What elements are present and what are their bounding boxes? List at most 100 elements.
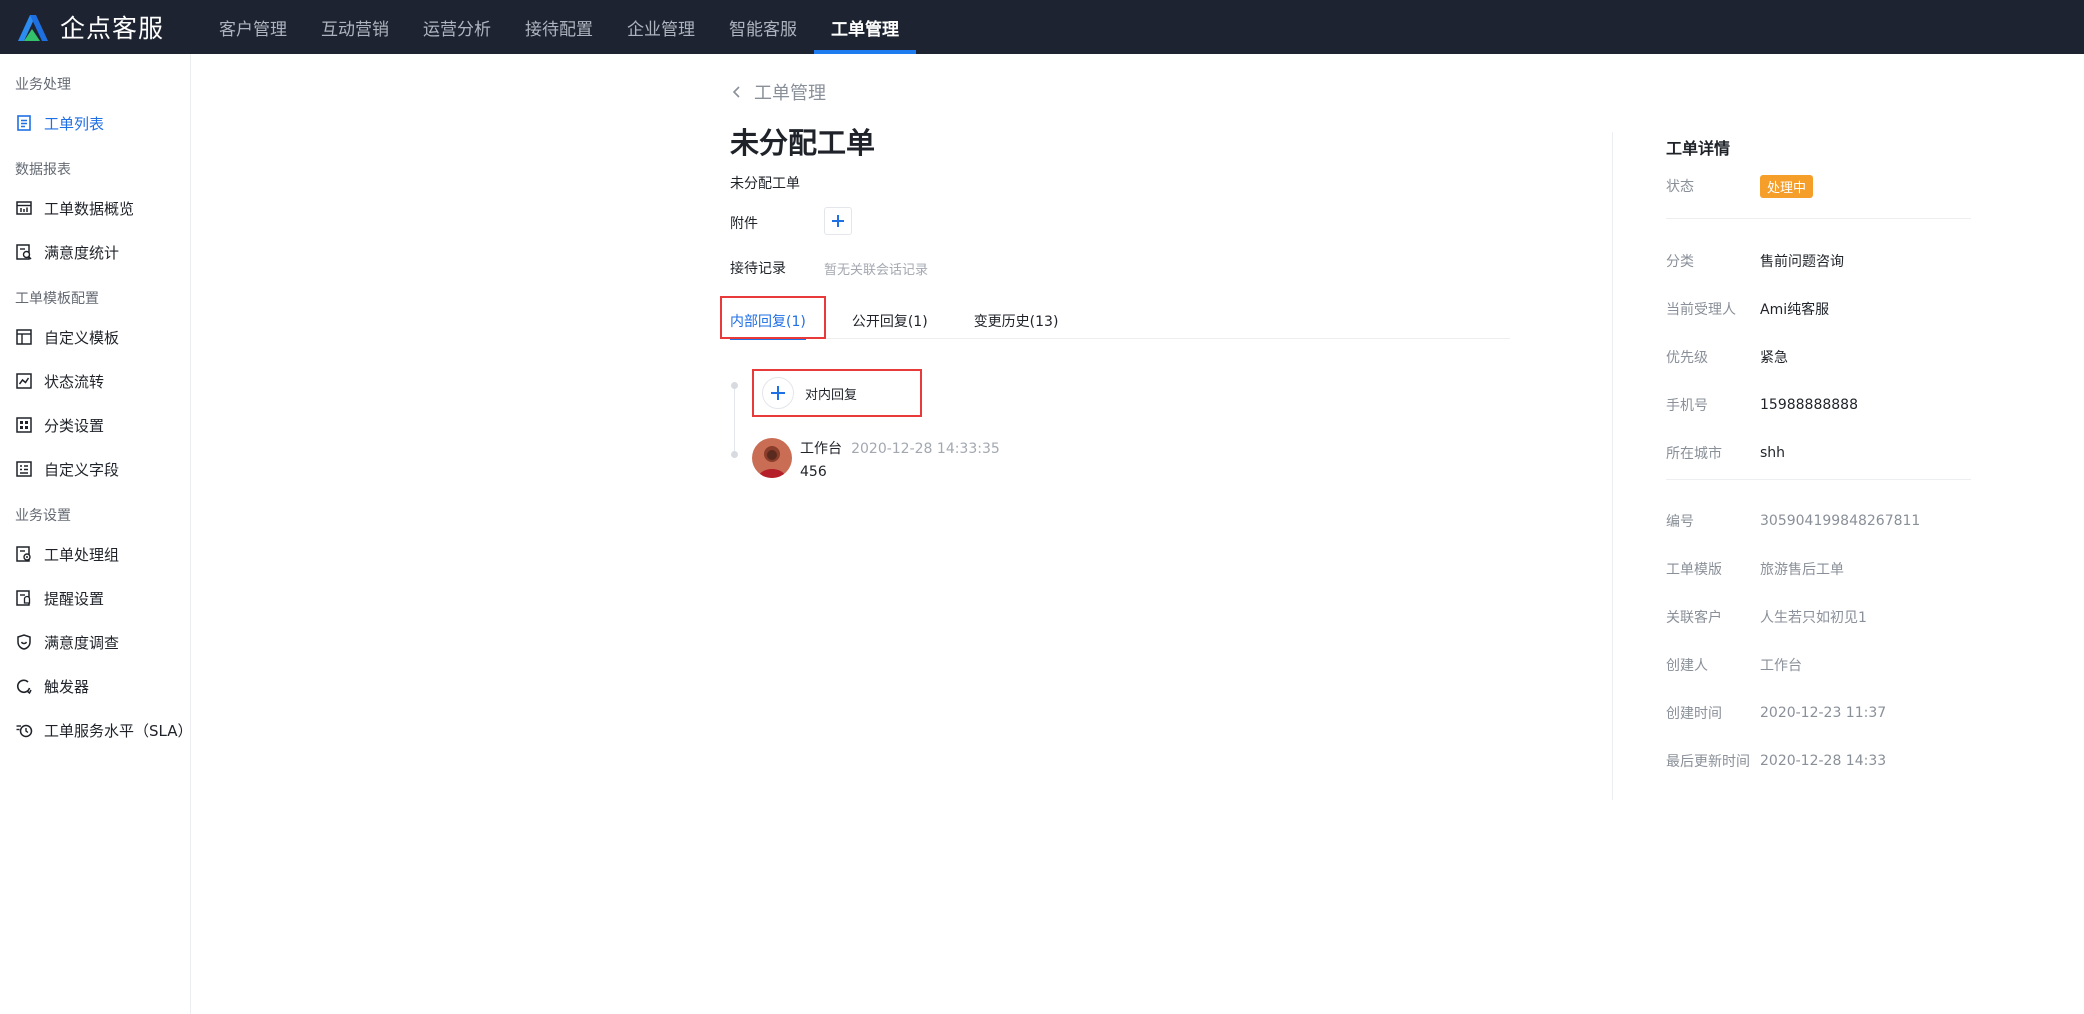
detail-value: 2020-12-28 14:33 bbox=[1760, 753, 1887, 769]
sidebar-group-title: 业务设置 bbox=[15, 508, 71, 524]
sidebar-item-label: 状态流转 bbox=[44, 372, 105, 391]
back-link[interactable]: 工单管理 bbox=[730, 79, 826, 105]
detail-row-priority: 优先级 紧急 bbox=[1666, 333, 1996, 381]
ticket-detail-panel: 工单详情 状态 处理中 分类 售前问题咨询 当前受理人 Ami纯客服 优先级 紧… bbox=[1666, 132, 1996, 785]
detail-row-number: 编号 305904199848267811 bbox=[1666, 497, 1996, 545]
sidebar-item-label: 工单列表 bbox=[44, 114, 105, 133]
detail-key: 所在城市 bbox=[1666, 446, 1722, 462]
detail-value: 紧急 bbox=[1760, 350, 1788, 366]
sidebar-item-custom-fields[interactable]: 自定义字段 bbox=[0, 447, 190, 491]
topnav-reception-config[interactable]: 接待配置 bbox=[508, 0, 610, 54]
category-icon bbox=[15, 416, 33, 434]
highlight-box-tab bbox=[720, 296, 826, 339]
sidebar-item-sla[interactable]: 工单服务水平（SLA） bbox=[0, 708, 193, 752]
field-icon bbox=[15, 460, 33, 478]
detail-row-customer: 关联客户 人生若只如初见1 bbox=[1666, 593, 1996, 641]
timeline-dot bbox=[731, 451, 738, 458]
detail-row-creator: 创建人 工作台 bbox=[1666, 641, 1996, 689]
detail-row-phone: 手机号 15988888888 bbox=[1666, 381, 1996, 429]
sidebar-item-ticket-handling-group[interactable]: 工单处理组 bbox=[0, 532, 190, 576]
detail-key: 工单模版 bbox=[1666, 562, 1722, 578]
sidebar-item-reminder-settings[interactable]: 提醒设置 bbox=[0, 576, 190, 620]
sidebar-item-status-flow[interactable]: 状态流转 bbox=[0, 359, 190, 403]
detail-title: 工单详情 bbox=[1666, 139, 1731, 158]
detail-value: 售前问题咨询 bbox=[1760, 254, 1844, 270]
sidebar-item-trigger[interactable]: 触发器 bbox=[0, 664, 190, 708]
comment-text: 456 bbox=[800, 464, 827, 480]
tab-change-history[interactable]: 变更历史(13) bbox=[974, 303, 1059, 339]
detail-key: 关联客户 bbox=[1666, 610, 1722, 626]
status-badge: 处理中 bbox=[1760, 174, 1814, 198]
add-attachment-button[interactable] bbox=[824, 207, 852, 235]
sidebar-group-title: 业务处理 bbox=[15, 77, 71, 93]
sidebar-item-category-settings[interactable]: 分类设置 bbox=[0, 403, 190, 447]
survey-icon bbox=[15, 633, 33, 651]
chart-board-icon bbox=[15, 199, 33, 217]
detail-key: 创建时间 bbox=[1666, 706, 1722, 722]
sidebar: 业务处理 工单列表 数据报表 工单数据概览 满意度统计 工单模板配置 自定义模板… bbox=[0, 54, 193, 1014]
reception-record-label: 接待记录 bbox=[730, 261, 786, 277]
detail-row-status: 状态 处理中 bbox=[1666, 162, 1996, 210]
chevron-left-icon bbox=[732, 86, 740, 98]
reception-empty-text: 暂无关联会话记录 bbox=[824, 263, 929, 278]
sidebar-item-label: 自定义模板 bbox=[44, 328, 120, 347]
detail-divider bbox=[1612, 132, 1613, 800]
sla-clock-icon bbox=[15, 721, 33, 739]
detail-key: 当前受理人 bbox=[1666, 302, 1736, 318]
detail-value: 旅游售后工单 bbox=[1760, 562, 1844, 578]
detail-value: 人生若只如初见1 bbox=[1760, 610, 1867, 626]
plus-icon bbox=[832, 215, 844, 227]
comment-body: 工作台 2020-12-28 14:33:35 456 bbox=[800, 438, 1000, 480]
sidebar-item-label: 满意度调查 bbox=[44, 633, 120, 652]
satisfaction-stats-icon bbox=[15, 243, 33, 261]
sidebar-item-label: 满意度统计 bbox=[44, 243, 120, 262]
detail-value: 2020-12-23 11:37 bbox=[1760, 705, 1887, 721]
back-label: 工单管理 bbox=[754, 83, 826, 104]
sidebar-group-title: 工单模板配置 bbox=[15, 291, 99, 307]
detail-key: 创建人 bbox=[1666, 658, 1708, 674]
internal-reply-button[interactable]: 对内回复 bbox=[752, 369, 922, 417]
sidebar-item-label: 工单数据概览 bbox=[44, 199, 135, 218]
detail-value: Ami纯客服 bbox=[1760, 302, 1830, 318]
detail-row-category: 分类 售前问题咨询 bbox=[1666, 237, 1996, 285]
detail-key: 优先级 bbox=[1666, 350, 1708, 366]
top-nav-menu: 客户管理 互动营销 运营分析 接待配置 企业管理 智能客服 工单管理 bbox=[202, 0, 916, 54]
trigger-icon bbox=[15, 677, 33, 695]
topnav-enterprise-management[interactable]: 企业管理 bbox=[610, 0, 712, 54]
sidebar-item-label: 工单服务水平（SLA） bbox=[44, 721, 193, 740]
sidebar-item-label: 提醒设置 bbox=[44, 589, 105, 608]
detail-value: 工作台 bbox=[1760, 658, 1802, 674]
detail-key: 状态 bbox=[1666, 179, 1694, 195]
sidebar-item-satisfaction-stats[interactable]: 满意度统计 bbox=[0, 230, 190, 274]
topnav-smart-service[interactable]: 智能客服 bbox=[712, 0, 814, 54]
reminder-icon bbox=[15, 589, 33, 607]
sidebar-item-ticket-list[interactable]: 工单列表 bbox=[0, 101, 190, 145]
topnav-customer-management[interactable]: 客户管理 bbox=[202, 0, 304, 54]
sidebar-item-custom-template[interactable]: 自定义模板 bbox=[0, 315, 190, 359]
brand-logo[interactable]: 企点客服 bbox=[14, 0, 202, 54]
topnav-operation-analysis[interactable]: 运营分析 bbox=[406, 0, 508, 54]
avatar bbox=[752, 438, 792, 478]
comment-author: 工作台 bbox=[800, 441, 842, 457]
sidebar-item-ticket-data-overview[interactable]: 工单数据概览 bbox=[0, 186, 190, 230]
detail-row-created-time: 创建时间 2020-12-23 11:37 bbox=[1666, 689, 1996, 737]
flow-chart-icon bbox=[15, 372, 33, 390]
detail-key: 分类 bbox=[1666, 254, 1694, 270]
top-navigation-bar: 企点客服 客户管理 互动营销 运营分析 接待配置 企业管理 智能客服 工单管理 bbox=[0, 0, 2084, 54]
topnav-ticket-management[interactable]: 工单管理 bbox=[814, 0, 916, 54]
page-title: 未分配工单 bbox=[730, 126, 876, 160]
detail-value: 15988888888 bbox=[1760, 397, 1858, 413]
group-settings-icon bbox=[15, 545, 33, 563]
sidebar-item-label: 分类设置 bbox=[44, 416, 105, 435]
timeline-line bbox=[734, 382, 735, 452]
topnav-interactive-marketing[interactable]: 互动营销 bbox=[304, 0, 406, 54]
sidebar-item-label: 触发器 bbox=[44, 677, 90, 696]
tab-public-reply[interactable]: 公开回复(1) bbox=[852, 303, 928, 339]
detail-key: 手机号 bbox=[1666, 398, 1708, 414]
sidebar-item-satisfaction-survey[interactable]: 满意度调查 bbox=[0, 620, 190, 664]
user-avatar-icon bbox=[752, 438, 792, 478]
detail-row-city: 所在城市 shh bbox=[1666, 429, 1996, 477]
detail-row-assignee: 当前受理人 Ami纯客服 bbox=[1666, 285, 1996, 333]
ticket-subtitle: 未分配工单 bbox=[730, 176, 800, 192]
detail-key: 最后更新时间 bbox=[1666, 754, 1750, 770]
